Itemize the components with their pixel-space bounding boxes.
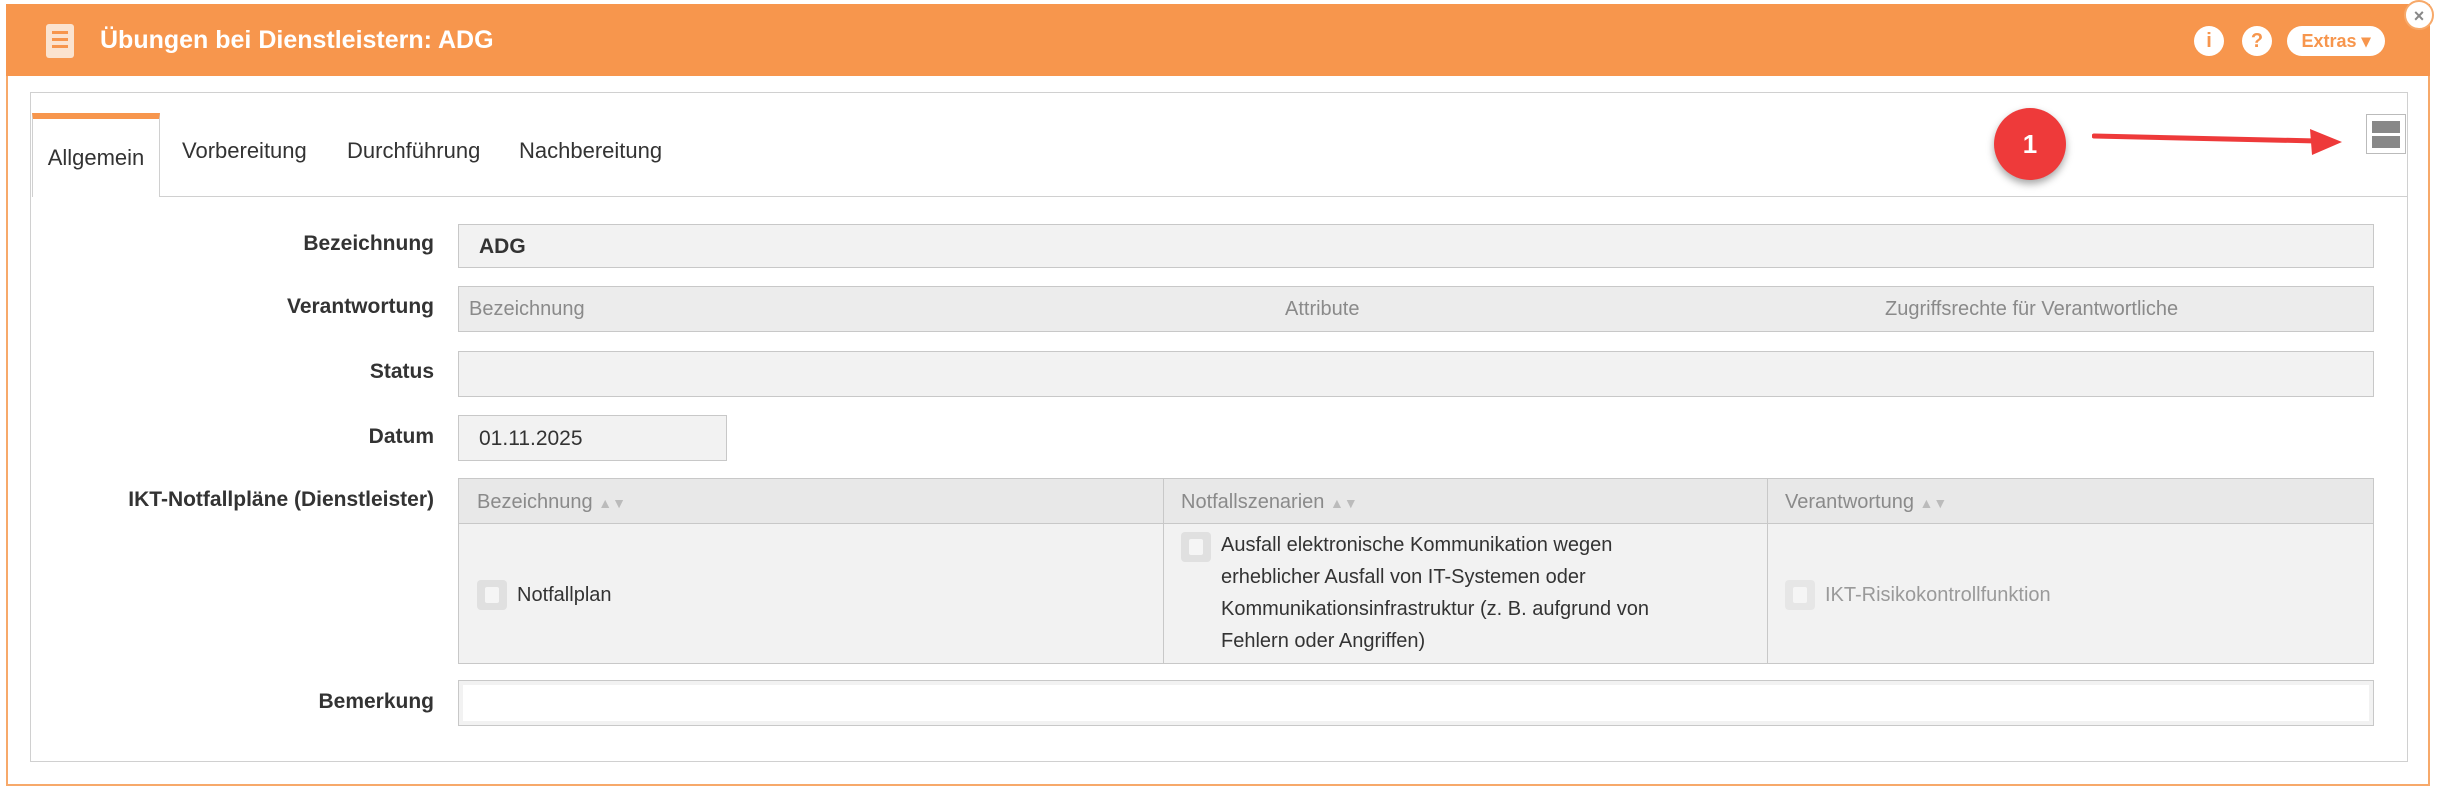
status-field[interactable] — [458, 351, 2374, 397]
verantwortung-col-attribute: Attribute — [1285, 298, 1360, 320]
extras-button[interactable]: Extras ▾ — [2287, 26, 2385, 56]
close-icon[interactable]: × — [2404, 0, 2434, 30]
org-unit-icon — [1785, 580, 1815, 610]
dialog-title: Übungen bei Dienstleistern: ADG — [100, 26, 494, 54]
column-divider — [1767, 479, 1768, 663]
help-icon[interactable]: ? — [2242, 26, 2272, 56]
verantwortung-col-bezeichnung: Bezeichnung — [469, 298, 585, 320]
verantwortung-col-zugriffsrechte: Zugriffsrechte für Verantwortliche — [1885, 298, 2179, 320]
ikt-col-bezeichnung[interactable]: Bezeichnung ▲▼ — [477, 491, 626, 514]
bemerkung-editor[interactable] — [463, 685, 2369, 721]
notfallplan-icon — [477, 580, 507, 610]
bezeichnung-label: Bezeichnung — [303, 232, 434, 255]
title-bar: Übungen bei Dienstleistern: ADG i ? Extr… — [6, 4, 2430, 76]
annotation-arrow — [2092, 129, 2342, 155]
tab-allgemein[interactable]: Allgemein — [32, 113, 160, 197]
status-label: Status — [369, 360, 434, 383]
ikt-table: Bezeichnung ▲▼ Notfallszenarien ▲▼ Veran… — [458, 478, 2374, 664]
info-icon[interactable]: i — [2194, 26, 2224, 56]
bemerkung-field[interactable] — [458, 680, 2374, 726]
scenario-icon — [1181, 532, 1211, 562]
datum-label: Datum — [368, 425, 434, 448]
datum-input[interactable]: 01.11.2025 — [458, 415, 727, 461]
bemerkung-label: Bemerkung — [318, 690, 434, 713]
tab-nachbereitung[interactable]: Nachbereitung — [519, 138, 662, 164]
bezeichnung-input[interactable]: ADG — [458, 224, 2374, 268]
annotation-badge: 1 — [1994, 108, 2066, 180]
document-icon — [46, 24, 74, 58]
ikt-label: IKT-Notfallpläne (Dienstleister) — [128, 488, 434, 511]
tab-durchfuehrung[interactable]: Durchführung — [347, 138, 480, 164]
ikt-row-bezeichnung[interactable]: Notfallplan — [517, 579, 612, 611]
ikt-col-notfallszenarien[interactable]: Notfallszenarien ▲▼ — [1181, 491, 1358, 514]
tab-vorbereitung[interactable]: Vorbereitung — [182, 138, 307, 164]
tab-divider — [160, 196, 2408, 197]
ikt-table-header — [459, 479, 2373, 524]
ikt-row-szenario[interactable]: Ausfall elektronische Kommunikation wege… — [1221, 529, 1649, 657]
ikt-col-verantwortung[interactable]: Verantwortung ▲▼ — [1785, 491, 1947, 514]
ikt-row-verantwortung[interactable]: IKT-Risikokontrollfunktion — [1825, 579, 2051, 611]
column-divider — [1163, 479, 1164, 663]
verantwortung-label: Verantwortung — [286, 295, 434, 318]
layout-toggle-button[interactable] — [2366, 114, 2406, 154]
verantwortung-field[interactable]: Bezeichnung Attribute Zugriffsrechte für… — [458, 286, 2374, 332]
